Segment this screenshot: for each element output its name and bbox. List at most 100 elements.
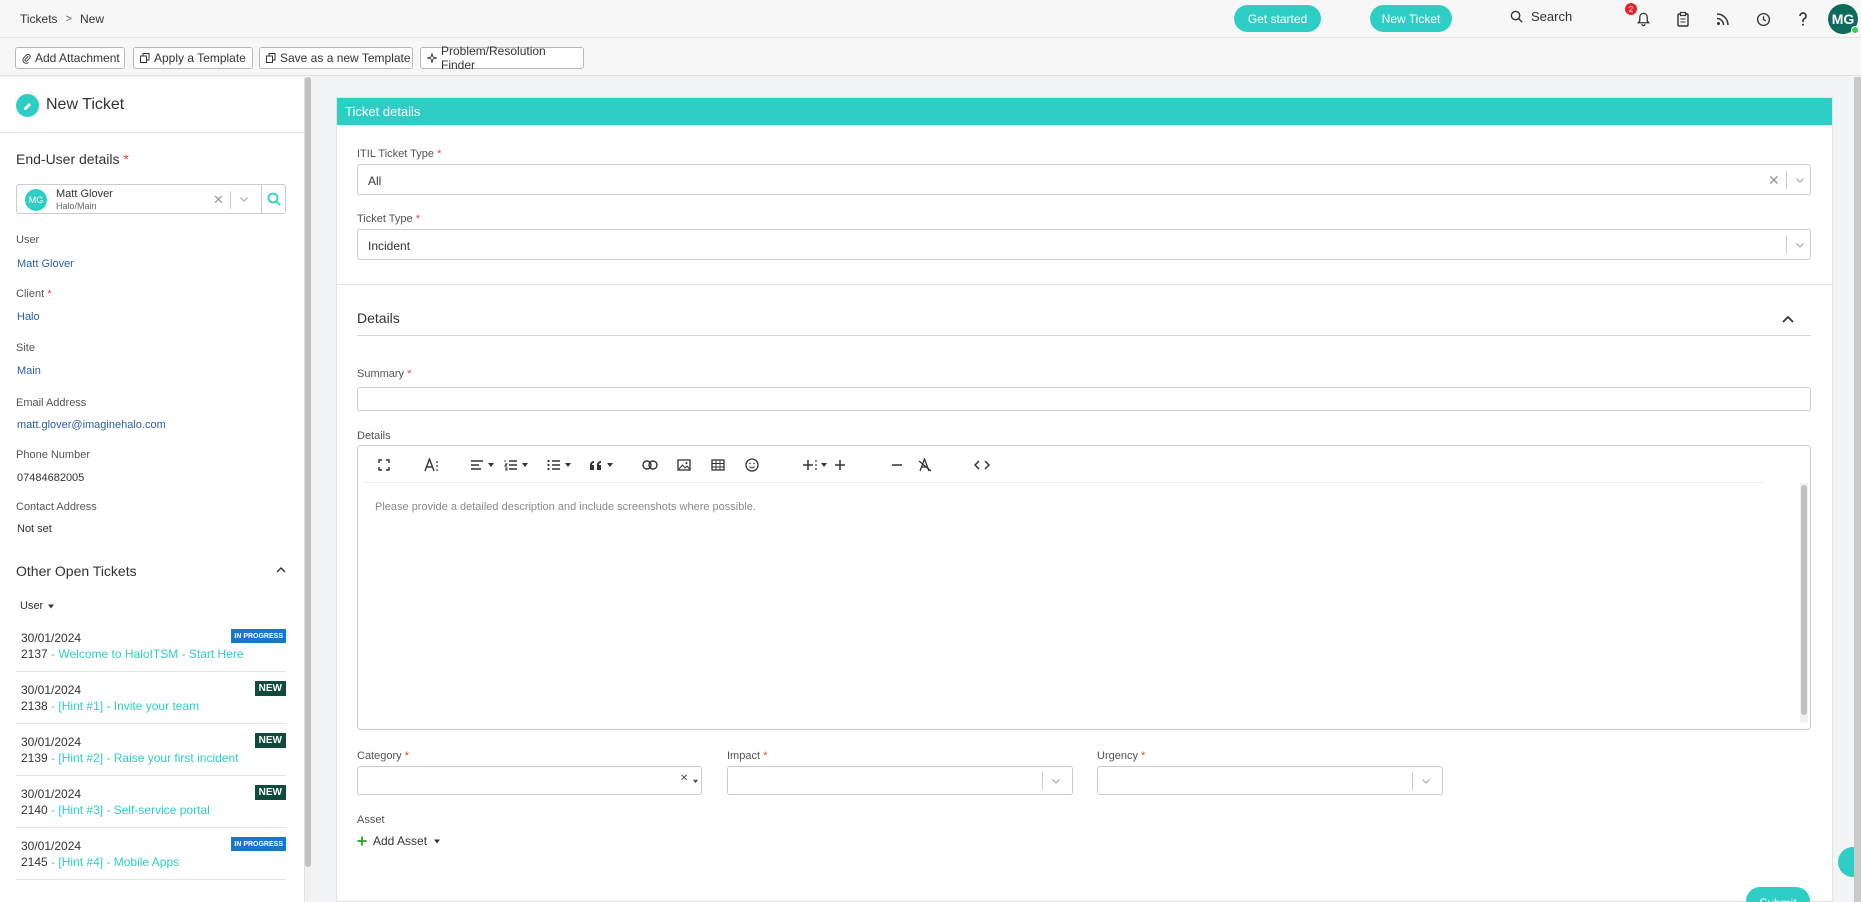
problem-finder-button[interactable]: Problem/Resolution Finder — [420, 44, 584, 72]
urgency-label: Urgency * — [1097, 750, 1145, 762]
impact-label-text: Impact — [727, 750, 761, 762]
chevron-down-icon[interactable] — [1421, 776, 1431, 786]
clipboard-icon[interactable] — [1673, 9, 1693, 29]
end-user-avatar: MG — [25, 189, 47, 211]
itil-type-select[interactable]: All ✕ — [357, 164, 1811, 195]
ticket-filter-dropdown[interactable]: User — [20, 600, 55, 612]
horizontal-line-icon[interactable] — [887, 455, 907, 475]
email-value[interactable]: matt.glover@imaginehalo.com — [17, 419, 166, 431]
chevron-up-icon[interactable] — [275, 564, 287, 578]
ticket-list-item[interactable]: 30/01/2024 2138 - [Hint #1] - Invite you… — [16, 672, 286, 724]
details-section-heading: Details — [357, 310, 400, 326]
ticket-line: 2138 - [Hint #1] - Invite your team — [21, 699, 200, 713]
itil-type-label: ITIL Ticket Type * — [357, 148, 441, 160]
summary-input[interactable] — [357, 387, 1811, 411]
details-editor[interactable]: Please provide a detailed description an… — [357, 445, 1811, 730]
apply-template-button[interactable]: Apply a Template — [133, 47, 253, 69]
itil-type-value: All — [368, 174, 382, 188]
ticket-date: 30/01/2024 — [21, 839, 82, 853]
divider — [230, 191, 231, 209]
editor-scrollbar[interactable] — [1800, 483, 1808, 723]
emoji-icon[interactable] — [742, 455, 762, 475]
ticket-list-item[interactable]: 30/01/2024 2140 - [Hint #3] - Self-servi… — [16, 776, 286, 828]
clear-icon[interactable]: ✕ — [1768, 172, 1780, 189]
site-value[interactable]: Main — [17, 365, 41, 377]
ticket-list-item[interactable]: 30/01/2024 2137 - Welcome to HaloITSM - … — [16, 620, 286, 672]
fullscreen-icon[interactable] — [374, 455, 394, 475]
font-size-icon[interactable] — [422, 455, 442, 475]
user-value[interactable]: Matt Glover — [17, 258, 74, 270]
ticket-title[interactable]: [Hint #1] - Invite your team — [58, 699, 199, 713]
new-ticket-button[interactable]: New Ticket — [1370, 5, 1452, 32]
ticket-title[interactable]: [Hint #2] - Raise your first incident — [58, 751, 238, 765]
align-icon[interactable] — [467, 455, 494, 475]
left-panel-scrollbar[interactable] — [305, 77, 311, 902]
editor-placeholder: Please provide a detailed description an… — [375, 501, 756, 513]
client-value[interactable]: Halo — [17, 311, 40, 323]
itil-type-label-text: ITIL Ticket Type — [357, 148, 435, 160]
rss-icon[interactable] — [1713, 9, 1733, 29]
urgency-select[interactable] — [1097, 766, 1443, 795]
urgency-label-text: Urgency — [1097, 750, 1138, 762]
ticket-type-select[interactable]: Incident — [357, 229, 1811, 260]
submit-button[interactable]: Submit — [1746, 887, 1810, 902]
clear-icon[interactable]: ✕ — [213, 192, 224, 208]
sparkle-icon — [427, 53, 437, 63]
search-button[interactable]: Search — [1510, 9, 1572, 24]
clear-icon[interactable]: ✕ — [680, 773, 688, 784]
link-icon[interactable] — [640, 455, 660, 475]
chevron-down-icon[interactable] — [1795, 175, 1805, 185]
search-label: Search — [1531, 9, 1573, 24]
insert-more-icon[interactable] — [800, 455, 827, 475]
required-mark: * — [404, 750, 409, 762]
ticket-date: 30/01/2024 — [21, 683, 82, 697]
divider — [1786, 236, 1787, 254]
category-label: Category * — [357, 750, 409, 762]
scrollbar-thumb[interactable] — [1801, 485, 1807, 715]
add-asset-button[interactable]: Add Asset — [357, 834, 441, 848]
ticket-details-card: Ticket details ITIL Ticket Type * All ✕ … — [336, 97, 1833, 902]
notification-badge: 2 — [1625, 3, 1637, 15]
page-scrollbar[interactable] — [1854, 77, 1861, 902]
image-icon[interactable] — [674, 455, 694, 475]
user-avatar[interactable]: MG — [1828, 4, 1859, 34]
plus-icon[interactable] — [830, 455, 850, 475]
scrollbar-thumb[interactable] — [1854, 77, 1861, 902]
help-icon[interactable] — [1793, 9, 1813, 29]
ticket-list-item[interactable]: 30/01/2024 2139 - [Hint #2] - Raise your… — [16, 724, 286, 776]
chevron-down-icon[interactable] — [1795, 240, 1805, 250]
ticket-id: 2137 — [21, 647, 48, 661]
caret-down-icon — [434, 839, 441, 843]
asset-label: Asset — [357, 814, 385, 826]
user-search-button[interactable] — [261, 185, 286, 213]
chevron-up-icon[interactable] — [1781, 313, 1795, 327]
table-icon[interactable] — [708, 455, 728, 475]
chevron-down-icon[interactable] — [239, 193, 249, 207]
required-mark: * — [123, 151, 129, 167]
caret-down-icon — [48, 604, 55, 608]
get-started-button[interactable]: Get started — [1234, 5, 1321, 32]
quote-icon[interactable] — [586, 455, 613, 475]
impact-select[interactable] — [727, 766, 1073, 795]
ticket-title[interactable]: Welcome to HaloITSM - Start Here — [58, 647, 243, 661]
caret-down-icon[interactable] — [692, 779, 699, 784]
ticket-title[interactable]: [Hint #3] - Self-service portal — [58, 803, 209, 817]
code-view-icon[interactable] — [972, 455, 992, 475]
clock-icon[interactable] — [1753, 9, 1773, 29]
ticket-list-item[interactable]: 30/01/2024 2145 - [Hint #4] - Mobile App… — [16, 828, 286, 880]
contact-address-value: Not set — [17, 523, 52, 535]
status-badge: IN PROGRESS — [231, 629, 286, 643]
scrollbar-thumb[interactable] — [305, 77, 311, 867]
category-select[interactable]: ✕ — [357, 766, 702, 795]
search-icon — [1510, 10, 1523, 23]
chevron-down-icon[interactable] — [1051, 776, 1061, 786]
add-attachment-button[interactable]: Add Attachment — [15, 47, 125, 69]
apply-template-label: Apply a Template — [154, 51, 246, 65]
breadcrumb-tickets[interactable]: Tickets — [20, 12, 58, 26]
ordered-list-icon[interactable] — [501, 455, 528, 475]
ticket-title[interactable]: [Hint #4] - Mobile Apps — [58, 855, 179, 869]
save-template-button[interactable]: Save as a new Template — [259, 47, 413, 69]
bullet-list-icon[interactable] — [544, 455, 571, 475]
clear-format-icon[interactable] — [915, 455, 935, 475]
end-user-select[interactable]: MG Matt Glover Halo/Main ✕ — [16, 184, 286, 214]
